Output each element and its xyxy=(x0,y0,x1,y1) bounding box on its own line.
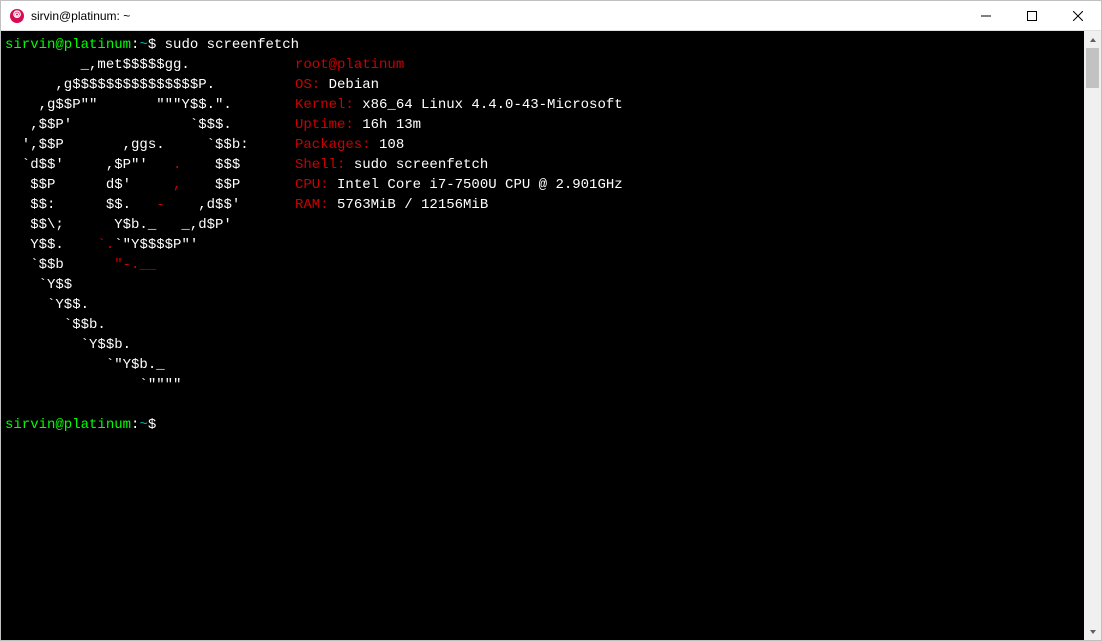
maximize-button[interactable] xyxy=(1009,1,1055,30)
scroll-down-button[interactable] xyxy=(1084,623,1101,640)
ascii-art-line: ,g$$P"" """Y$$.". xyxy=(5,95,295,115)
blank-line xyxy=(5,395,1084,415)
ascii-art-line: `"Y$b._ xyxy=(5,355,1084,375)
ascii-art-line: `$$b. xyxy=(5,315,1084,335)
output-line: $$P d$' , $$P CPU: Intel Core i7-7500U C… xyxy=(5,175,1084,195)
close-button[interactable] xyxy=(1055,1,1101,30)
output-line: `d$$' ,$P"' . $$$ Shell: sudo screenfetc… xyxy=(5,155,1084,175)
scrollbar-track[interactable] xyxy=(1084,48,1101,623)
info-os: OS: Debian xyxy=(295,75,379,95)
ascii-art-line: Y$$. `.`"Y$$$$P"' xyxy=(5,235,1084,255)
info-ram: RAM: 5763MiB / 12156MiB xyxy=(295,195,488,215)
ascii-art-line: _,met$$$$$gg. xyxy=(5,55,295,75)
prompt-line: sirvin@platinum:~$ sudo screenfetch xyxy=(5,35,1084,55)
output-line: ,$$P' `$$$. Uptime: 16h 13m xyxy=(5,115,1084,135)
scrollbar-thumb[interactable] xyxy=(1086,48,1099,88)
prompt-dollar: $ xyxy=(148,417,165,433)
info-cpu: CPU: Intel Core i7-7500U CPU @ 2.901GHz xyxy=(295,175,623,195)
terminal[interactable]: sirvin@platinum:~$ sudo screenfetch _,me… xyxy=(1,31,1084,640)
ascii-art-line: $$\; Y$b._ _,d$P' xyxy=(5,215,1084,235)
output-line: $$: $$. - ,d$$' RAM: 5763MiB / 12156MiB xyxy=(5,195,1084,215)
ascii-art-line: $$P d$' , $$P xyxy=(5,175,295,195)
info-shell: Shell: sudo screenfetch xyxy=(295,155,488,175)
ascii-art-line: $$: $$. - ,d$$' xyxy=(5,195,295,215)
info-kernel: Kernel: x86_64 Linux 4.4.0-43-Microsoft xyxy=(295,95,623,115)
prompt-userhost: sirvin@platinum xyxy=(5,37,131,53)
info-packages: Packages: 108 xyxy=(295,135,404,155)
ascii-art-line: ,$$P' `$$$. xyxy=(5,115,295,135)
ascii-art-line: `"""" xyxy=(5,375,1084,395)
ascii-art-line: `$$b "-.__ xyxy=(5,255,1084,275)
ascii-art-line: `d$$' ,$P"' . $$$ xyxy=(5,155,295,175)
command-text: sudo screenfetch xyxy=(165,37,299,53)
app-icon xyxy=(9,8,25,24)
window-title: sirvin@platinum: ~ xyxy=(31,9,963,23)
vertical-scrollbar[interactable] xyxy=(1084,31,1101,640)
prompt-dollar: $ xyxy=(148,37,165,53)
prompt-path: ~ xyxy=(139,417,147,433)
titlebar[interactable]: sirvin@platinum: ~ xyxy=(1,1,1101,31)
info-user: root@platinum xyxy=(295,55,404,75)
prompt-userhost: sirvin@platinum xyxy=(5,417,131,433)
terminal-area: sirvin@platinum:~$ sudo screenfetch _,me… xyxy=(1,31,1101,640)
ascii-art-line: `Y$$ xyxy=(5,275,1084,295)
ascii-art-line: `Y$$. xyxy=(5,295,1084,315)
ascii-art-line: ,g$$$$$$$$$$$$$$$P. xyxy=(5,75,295,95)
prompt-line: sirvin@platinum:~$ xyxy=(5,415,1084,435)
output-line: ,g$$$$$$$$$$$$$$$P. OS: Debian xyxy=(5,75,1084,95)
ascii-art-line: ',$$P ,ggs. `$$b: xyxy=(5,135,295,155)
prompt-path: ~ xyxy=(139,37,147,53)
terminal-window: sirvin@platinum: ~ sirvin@platinum:~$ su… xyxy=(0,0,1102,641)
output-line: _,met$$$$$gg. root@platinum xyxy=(5,55,1084,75)
ascii-art-line: `Y$$b. xyxy=(5,335,1084,355)
output-line: ,g$$P"" """Y$$.". Kernel: x86_64 Linux 4… xyxy=(5,95,1084,115)
window-controls xyxy=(963,1,1101,30)
output-line: ',$$P ,ggs. `$$b: Packages: 108 xyxy=(5,135,1084,155)
minimize-button[interactable] xyxy=(963,1,1009,30)
scroll-up-button[interactable] xyxy=(1084,31,1101,48)
info-uptime: Uptime: 16h 13m xyxy=(295,115,421,135)
